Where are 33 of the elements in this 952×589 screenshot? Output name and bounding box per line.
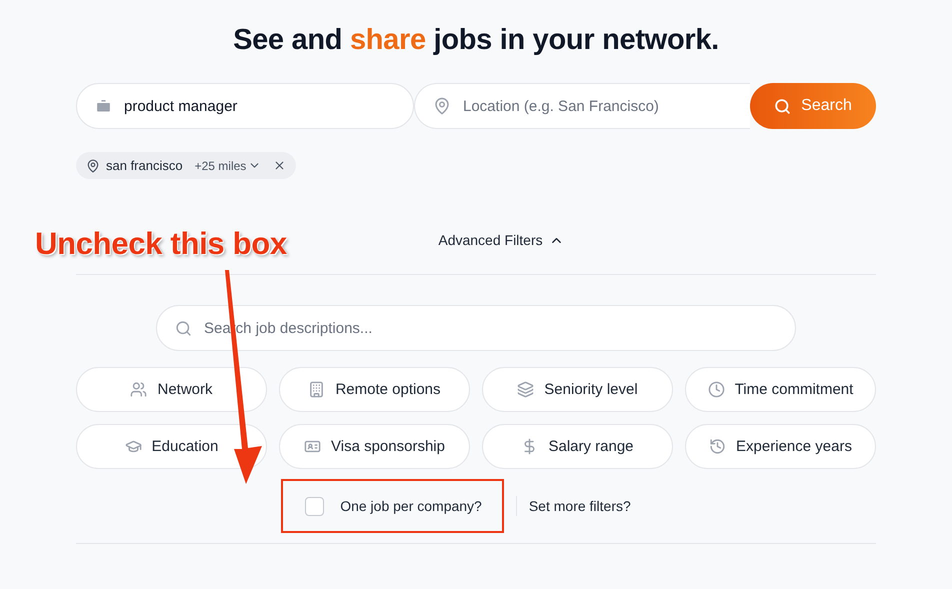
map-pin-icon (433, 97, 451, 115)
keyword-field[interactable]: product manager (76, 83, 414, 129)
search-icon (175, 320, 192, 336)
briefcase-icon (95, 98, 112, 114)
keyword-input[interactable]: product manager (122, 96, 395, 116)
filter-button[interactable]: Seniority level (482, 367, 673, 412)
search-icon (774, 98, 792, 114)
location-input[interactable]: Location (e.g. San Francisco) (461, 96, 732, 116)
advanced-filters-toggle[interactable]: Advanced Filters (438, 232, 564, 248)
people-icon (130, 381, 148, 398)
filter-button[interactable]: Remote options (279, 367, 470, 412)
history-icon (709, 438, 726, 455)
map-pin-icon (86, 158, 100, 172)
annotation-text: Uncheck this box (35, 226, 287, 262)
clock-icon (708, 381, 725, 398)
layers-icon (517, 381, 534, 398)
close-icon[interactable] (273, 159, 286, 172)
filter-button[interactable]: Salary range (482, 424, 673, 469)
graduation-cap-icon (124, 438, 142, 455)
checkbox-label: One job per company? (340, 498, 482, 514)
more-filters-link[interactable]: Set more filters? (528, 498, 631, 514)
location-field[interactable]: Location (e.g. San Francisco) (414, 83, 750, 129)
id-card-icon (304, 438, 322, 455)
chip-label: san francisco (106, 158, 183, 173)
page-title: See and share jobs in your network. (233, 24, 719, 57)
filter-button[interactable]: Network (76, 367, 267, 412)
checkbox[interactable] (305, 496, 324, 516)
filter-button[interactable]: Time commitment (685, 367, 876, 412)
building-icon (308, 381, 326, 398)
filter-button[interactable]: Visa sponsorship (279, 424, 470, 469)
filter-button[interactable]: Experience years (685, 424, 876, 469)
radius-dropdown[interactable]: +25 miles (194, 158, 262, 172)
filter-button[interactable]: Education (76, 424, 267, 469)
